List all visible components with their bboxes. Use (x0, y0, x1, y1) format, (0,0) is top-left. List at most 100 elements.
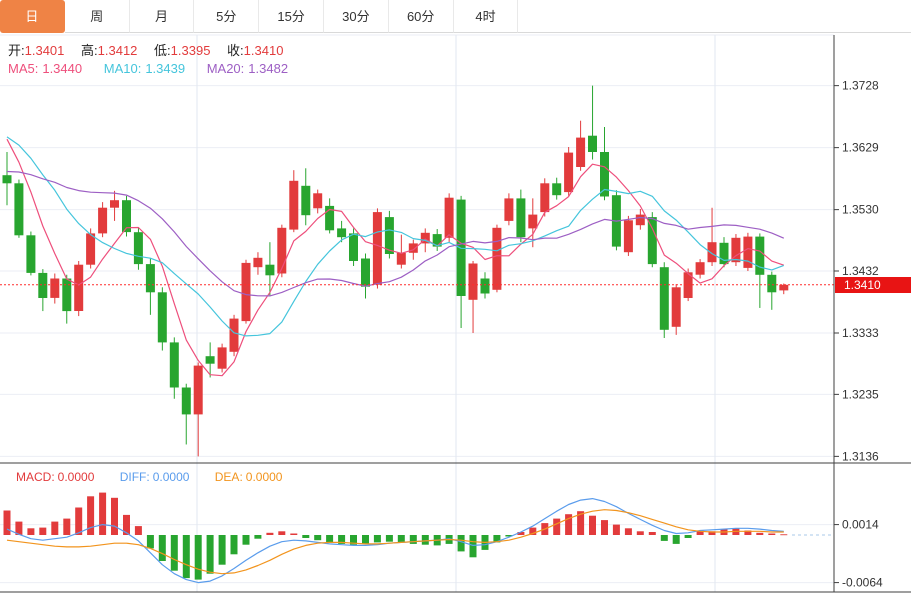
candle (361, 259, 370, 287)
tab-month[interactable]: 月 (130, 0, 195, 33)
macd-bar (75, 508, 82, 536)
candle (134, 232, 143, 264)
candle (624, 220, 633, 252)
candle (636, 215, 645, 226)
macd-bar (63, 519, 70, 535)
y-axis-label: -0.0064 (842, 576, 883, 590)
candle (74, 265, 83, 311)
candle (767, 275, 776, 293)
macd-bar (171, 535, 178, 571)
macd-bar (278, 531, 285, 535)
macd-bar (637, 531, 644, 535)
candle (552, 183, 561, 195)
candle (182, 388, 191, 415)
open-value: 1.3401 (25, 43, 65, 58)
candle (230, 319, 239, 352)
macd-bar (553, 519, 560, 535)
macd-bar (589, 516, 596, 535)
candle (660, 267, 669, 330)
macd-layer (4, 493, 835, 583)
candle (253, 258, 262, 267)
candle (516, 198, 525, 237)
macd-bar (362, 535, 369, 544)
macd-bar (302, 535, 309, 538)
ohlc-quote: 开:1.3401 高:1.3412 低:1.3395 收:1.3410 (8, 40, 296, 59)
y-axis-label: 1.3728 (842, 79, 879, 93)
candle (242, 263, 251, 321)
macd-bar (386, 535, 393, 542)
macd-bar (613, 525, 620, 535)
chart-area[interactable]: 1.37281.36291.35301.34321.33331.32351.31… (0, 0, 911, 599)
macd-bar (207, 535, 214, 574)
candle (696, 262, 705, 275)
candle (504, 198, 513, 221)
tabbar-filler (518, 0, 911, 33)
y-axis-label: 1.3235 (842, 387, 879, 401)
tab-4hour[interactable]: 4时 (454, 0, 519, 33)
macd-bar (685, 535, 692, 538)
macd-bar (768, 534, 775, 536)
candle (373, 212, 382, 285)
macd-bar (147, 535, 154, 548)
macd-bar (374, 535, 381, 542)
close-value: 1.3410 (244, 43, 284, 58)
candle (469, 264, 478, 300)
candle (86, 233, 95, 264)
tab-60min[interactable]: 60分 (389, 0, 454, 33)
y-axis-label: 1.3432 (842, 264, 879, 278)
candle (98, 208, 107, 234)
macd-bar (266, 533, 273, 535)
diff-value-legend: DIFF:0.0000 (120, 470, 190, 484)
candle (194, 366, 203, 415)
macd-bar (219, 535, 226, 565)
candle (564, 153, 573, 193)
candle (206, 356, 215, 364)
macd-bar (111, 498, 118, 535)
tab-30min[interactable]: 30分 (324, 0, 389, 33)
y-axis-label: 1.3136 (842, 449, 879, 463)
candle (648, 217, 657, 264)
macd-bar (183, 535, 190, 578)
candle (540, 183, 549, 212)
tab-day[interactable]: 日 (0, 0, 65, 33)
candle (158, 292, 167, 342)
macd-bar (39, 528, 46, 535)
high-label: 高: (81, 43, 98, 58)
macd-bar (625, 528, 632, 535)
ma10-legend: MA10:1.3439 (104, 61, 185, 76)
candle (14, 183, 23, 235)
macd-bar (458, 535, 465, 551)
tab-5min[interactable]: 5分 (194, 0, 259, 33)
tab-15min[interactable]: 15分 (259, 0, 324, 33)
y-axis-label: 1.3629 (842, 141, 879, 155)
tab-week[interactable]: 周 (65, 0, 130, 33)
candle (409, 243, 418, 252)
candle (445, 198, 454, 238)
macd-bar (470, 535, 477, 557)
dea-value-legend: DEA:0.0000 (215, 470, 283, 484)
ma-lines-layer (7, 137, 784, 376)
candle (708, 242, 717, 262)
period-tabbar: 日 周 月 5分 15分 30分 60分 4时 (0, 0, 911, 33)
macd-bar (314, 535, 321, 540)
candle (26, 235, 35, 273)
macd-bar (99, 493, 106, 535)
kline-chart-app: 日 周 月 5分 15分 30分 60分 4时 1.37281.36291.35… (0, 0, 911, 599)
candle (3, 175, 12, 183)
candle (289, 181, 298, 230)
y-axis-label: 0.0014 (842, 518, 879, 532)
candle (492, 228, 501, 290)
ma-legend: MA5:1.3440 MA10:1.3439 MA20:1.3482 (8, 61, 306, 76)
macd-bar (398, 535, 405, 542)
candle (779, 285, 788, 291)
macd-bar (195, 535, 202, 580)
kline-canvas[interactable]: 1.37281.36291.35301.34321.33331.32351.31… (0, 0, 911, 599)
macd-bar (51, 522, 58, 535)
open-label: 开: (8, 43, 25, 58)
ma20-legend: MA20:1.3482 (207, 61, 288, 76)
macd-bar (159, 535, 166, 561)
macd-bar (661, 535, 668, 541)
macd-bar (135, 526, 142, 535)
candle (50, 279, 59, 298)
macd-bar (673, 535, 680, 544)
